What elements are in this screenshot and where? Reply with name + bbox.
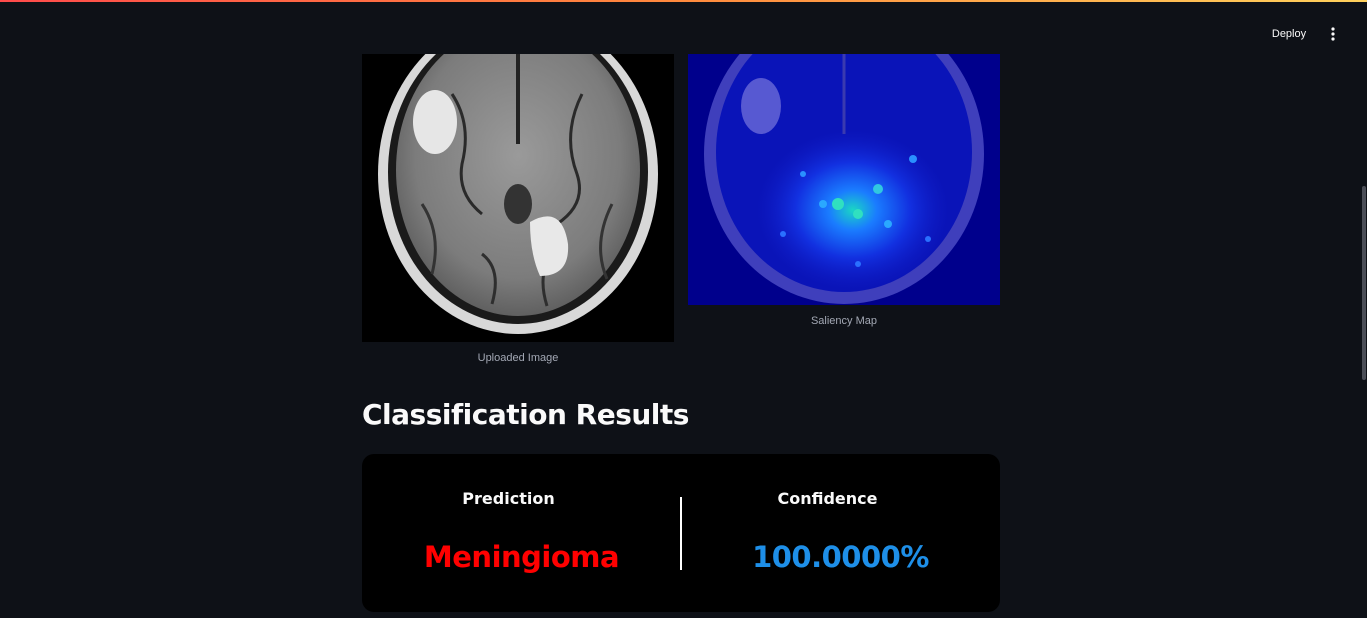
confidence-column: Confidence 100.0000% [681, 454, 1000, 612]
prediction-value: Meningioma [423, 540, 620, 574]
prediction-column: Prediction Meningioma [362, 454, 681, 612]
saliency-map-image [688, 54, 1000, 305]
results-card: Prediction Meningioma Confidence 100.000… [362, 454, 1000, 612]
prediction-label: Prediction [462, 489, 555, 508]
uploaded-image-caption: Uploaded Image [477, 352, 559, 364]
saliency-map-caption: Saliency Map [810, 315, 878, 327]
app-header: Deploy [0, 2, 1367, 54]
confidence-label: Confidence [777, 489, 878, 508]
vertical-ellipsis-icon [1331, 27, 1335, 41]
classification-results-heading: Classification Results [362, 398, 689, 431]
deploy-button[interactable]: Deploy [1262, 24, 1316, 44]
page-scrollbar-thumb[interactable] [1362, 186, 1366, 380]
confidence-value: 100.0000% [752, 540, 929, 574]
uploaded-image [362, 54, 674, 342]
main-menu-button[interactable] [1324, 24, 1342, 44]
